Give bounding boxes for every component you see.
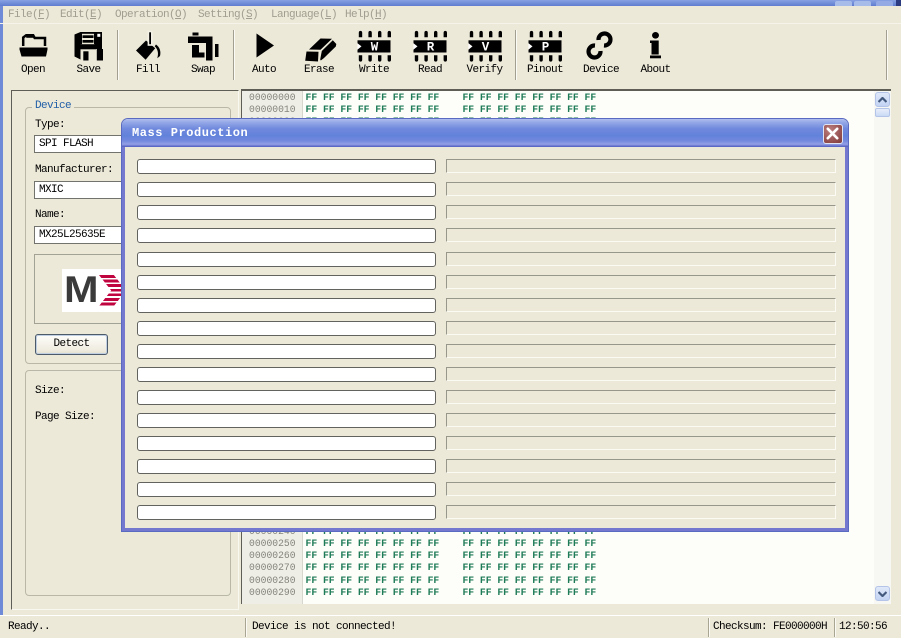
svg-text:W: W [371, 41, 379, 55]
svg-text:P: P [542, 41, 550, 55]
svg-text:V: V [481, 41, 489, 55]
svg-text:R: R [427, 41, 435, 55]
